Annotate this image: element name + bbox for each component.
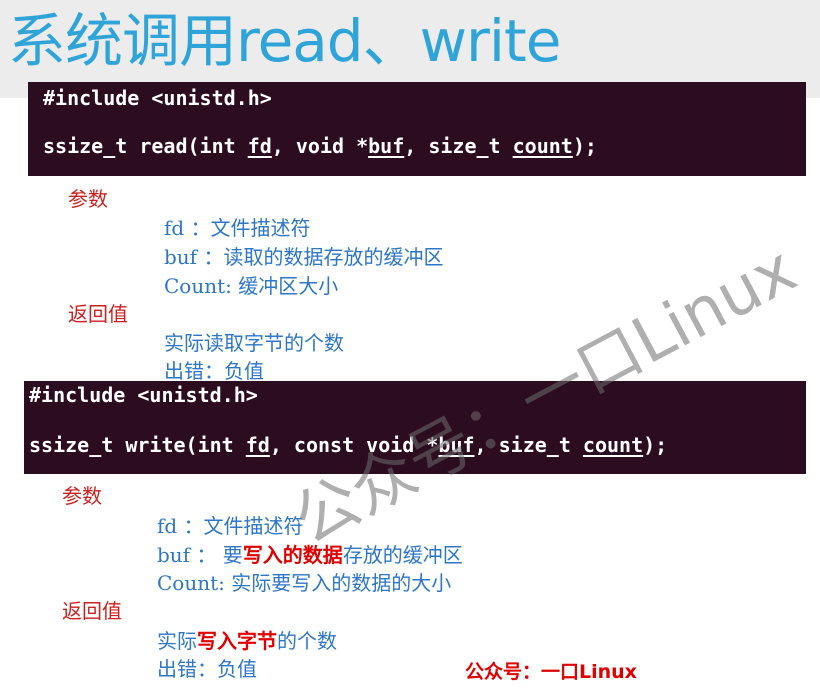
read-return-err: 出错：负值 (164, 359, 264, 383)
read-sig-fd: fd (247, 134, 272, 158)
read-sig-count: count (512, 134, 573, 158)
write-param-count: Count: 实际要写入的数据的大小 (157, 571, 452, 595)
read-include-line: #include <unistd.h> (43, 86, 272, 110)
read-sig-prefix: ssize_t read(int (43, 134, 248, 158)
write-return-err: 出错：负值 (157, 657, 257, 681)
write-sig-suffix: ); (643, 433, 668, 457)
footer-account: 公众号：一口Linux (465, 661, 637, 683)
write-params-label: 参数 (62, 484, 102, 508)
read-params-label: 参数 (68, 187, 108, 211)
write-return-label: 返回值 (62, 599, 122, 623)
write-sig-count: count (582, 433, 644, 457)
read-return-label: 返回值 (68, 302, 128, 326)
read-sig-mid2: , size_t (404, 134, 513, 158)
read-param-buf: buf ：读取的数据存放的缓冲区 (164, 245, 444, 269)
write-return-ok: 实际写入字节的个数 (157, 629, 337, 653)
read-sig-mid1: , void * (271, 134, 369, 158)
read-param-count: Count: 缓冲区大小 (164, 274, 339, 298)
read-param-fd: fd ：文件描述符 (164, 216, 311, 240)
write-sig-fd: fd (245, 433, 270, 457)
read-sig-buf: buf (368, 134, 405, 158)
read-sig-suffix: ); (572, 134, 597, 158)
page-title: 系统调用read、write (8, 7, 561, 75)
read-signature-line: ssize_t read(int fd, void *buf, size_t c… (43, 134, 597, 158)
write-sig-prefix: ssize_t write(int (29, 433, 246, 457)
write-return-ok-highlight: 写入字节 (197, 629, 277, 653)
write-include-line: #include <unistd.h> (29, 383, 258, 407)
read-return-ok: 实际读取字节的个数 (164, 331, 344, 355)
read-code-block: #include <unistd.h> ssize_t read(int fd,… (28, 82, 806, 176)
write-param-fd: fd ：文件描述符 (157, 514, 304, 538)
